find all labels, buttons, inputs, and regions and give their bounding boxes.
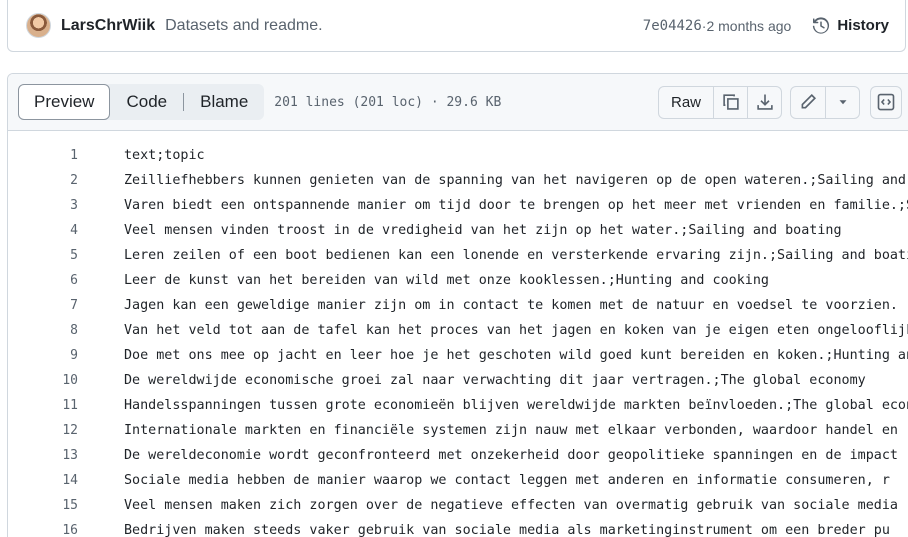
line-number[interactable]: 6: [8, 273, 78, 288]
edit-file-button[interactable]: [791, 87, 825, 118]
line-content: Sociale media hebben de manier waarop we…: [124, 473, 890, 488]
code-line: 3 Varen biedt een ontspannende manier om …: [8, 193, 908, 218]
pencil-icon: [801, 93, 817, 109]
commit-sha-link[interactable]: 7e04426: [643, 18, 702, 34]
code-line: 5 Leren zeilen of een boot bedienen kan e…: [8, 243, 908, 268]
file-header: Preview Code Blame 201 lines (201 loc) ·…: [8, 74, 908, 131]
code-lines: 1 text;topic 2 Zeilliefhebbers kunnen genie…: [8, 131, 908, 537]
tab-preview[interactable]: Preview: [18, 84, 111, 120]
line-content: Van het veld tot aan de tafel kan het pr…: [124, 323, 908, 338]
line-content: Veel mensen vinden troost in de vredighe…: [124, 223, 842, 238]
line-number[interactable]: 3: [8, 198, 78, 213]
code-line: 4 Veel mensen vinden troost in de vredigh…: [8, 218, 908, 243]
line-number[interactable]: 15: [8, 498, 78, 513]
code-line: 11 Handelsspanningen tussen grote economi…: [8, 393, 908, 418]
code-line: 16 Bedrijven maken steeds vaker gebruik v…: [8, 518, 908, 537]
code-line: 9 Doe met ons mee op jacht en leer hoe je…: [8, 343, 908, 368]
line-number[interactable]: 4: [8, 223, 78, 238]
line-content: Bedrijven maken steeds vaker gebruik van…: [124, 523, 890, 537]
edit-more-button[interactable]: [825, 86, 859, 118]
commit-time: 2 months ago: [706, 17, 792, 34]
history-label: History: [837, 17, 889, 34]
code-square-icon: [877, 93, 895, 111]
download-icon: [756, 94, 773, 110]
line-content: De wereldwijde economische groei zal naa…: [124, 373, 866, 388]
line-number[interactable]: 10: [8, 373, 78, 388]
download-raw-button[interactable]: [747, 86, 781, 118]
tab-blame[interactable]: Blame: [184, 84, 264, 120]
file-viewer: Preview Code Blame 201 lines (201 loc) ·…: [7, 73, 908, 537]
code-line: 10 De wereldwijde economische groei zal n…: [8, 368, 908, 393]
line-content: Internationale markten en financiële sys…: [124, 423, 898, 438]
line-content: Veel mensen maken zich zorgen over de ne…: [124, 498, 898, 513]
copy-icon: [722, 94, 739, 110]
line-content: text;topic: [124, 148, 205, 163]
line-number[interactable]: 16: [8, 523, 78, 537]
copy-raw-button[interactable]: [713, 86, 747, 118]
symbols-panel-button[interactable]: [870, 85, 902, 119]
line-number[interactable]: 14: [8, 473, 78, 488]
line-content: Leer de kunst van het bereiden van wild …: [124, 273, 769, 288]
line-number[interactable]: 9: [8, 348, 78, 363]
code-line: 14 Sociale media hebben de manier waarop …: [8, 468, 908, 493]
line-number[interactable]: 7: [8, 298, 78, 313]
line-number[interactable]: 1: [8, 148, 78, 163]
history-icon: [813, 16, 830, 34]
line-number[interactable]: 13: [8, 448, 78, 463]
latest-commit-bar: LarsChrWiik Datasets and readme. 7e04426…: [7, 0, 906, 52]
file-stats: 201 lines (201 loc) · 29.6 KB: [274, 94, 502, 110]
code-line: 6 Leer de kunst van het bereiden van wild…: [8, 268, 908, 293]
line-content: Leren zeilen of een boot bedienen kan ee…: [124, 248, 908, 263]
code-line: 13 De wereldeconomie wordt geconfronteerd…: [8, 443, 908, 468]
code-line: 7 Jagen kan een geweldige manier zijn om …: [8, 293, 908, 318]
line-number[interactable]: 8: [8, 323, 78, 338]
line-content: Doe met ons mee op jacht en leer hoe je …: [124, 348, 908, 363]
code-line: 2 Zeilliefhebbers kunnen genieten van de …: [8, 168, 908, 193]
line-content: Handelsspanningen tussen grote economieë…: [124, 398, 908, 413]
tab-code[interactable]: Code: [110, 84, 183, 120]
file-actions: Raw: [657, 85, 902, 119]
code-line: 15 Veel mensen maken zich zorgen over de …: [8, 493, 908, 518]
line-number[interactable]: 5: [8, 248, 78, 263]
author-avatar[interactable]: [26, 13, 51, 38]
edit-group: [790, 85, 860, 119]
line-content: De wereldeconomie wordt geconfronteerd m…: [124, 448, 898, 463]
line-number[interactable]: 11: [8, 398, 78, 413]
code-line: 12 Internationale markten en financiële s…: [8, 418, 908, 443]
line-content: Varen biedt een ontspannende manier om t…: [124, 198, 908, 213]
raw-button[interactable]: Raw: [659, 87, 713, 118]
commit-author-link[interactable]: LarsChrWiik: [61, 17, 155, 35]
triangle-down-icon: [839, 100, 846, 105]
view-mode-switch: Preview Code Blame: [18, 84, 265, 120]
line-number[interactable]: 2: [8, 173, 78, 188]
code-line: 8 Van het veld tot aan de tafel kan het p…: [8, 318, 908, 343]
raw-copy-download-group: Raw: [657, 85, 782, 119]
history-button[interactable]: History: [811, 16, 889, 36]
code-line: 1 text;topic: [8, 143, 908, 168]
commit-message-link[interactable]: Datasets and readme.: [165, 17, 322, 35]
line-content: Jagen kan een geweldige manier zijn om i…: [124, 298, 898, 313]
line-content: Zeilliefhebbers kunnen genieten van de s…: [124, 173, 908, 188]
line-number[interactable]: 12: [8, 423, 78, 438]
